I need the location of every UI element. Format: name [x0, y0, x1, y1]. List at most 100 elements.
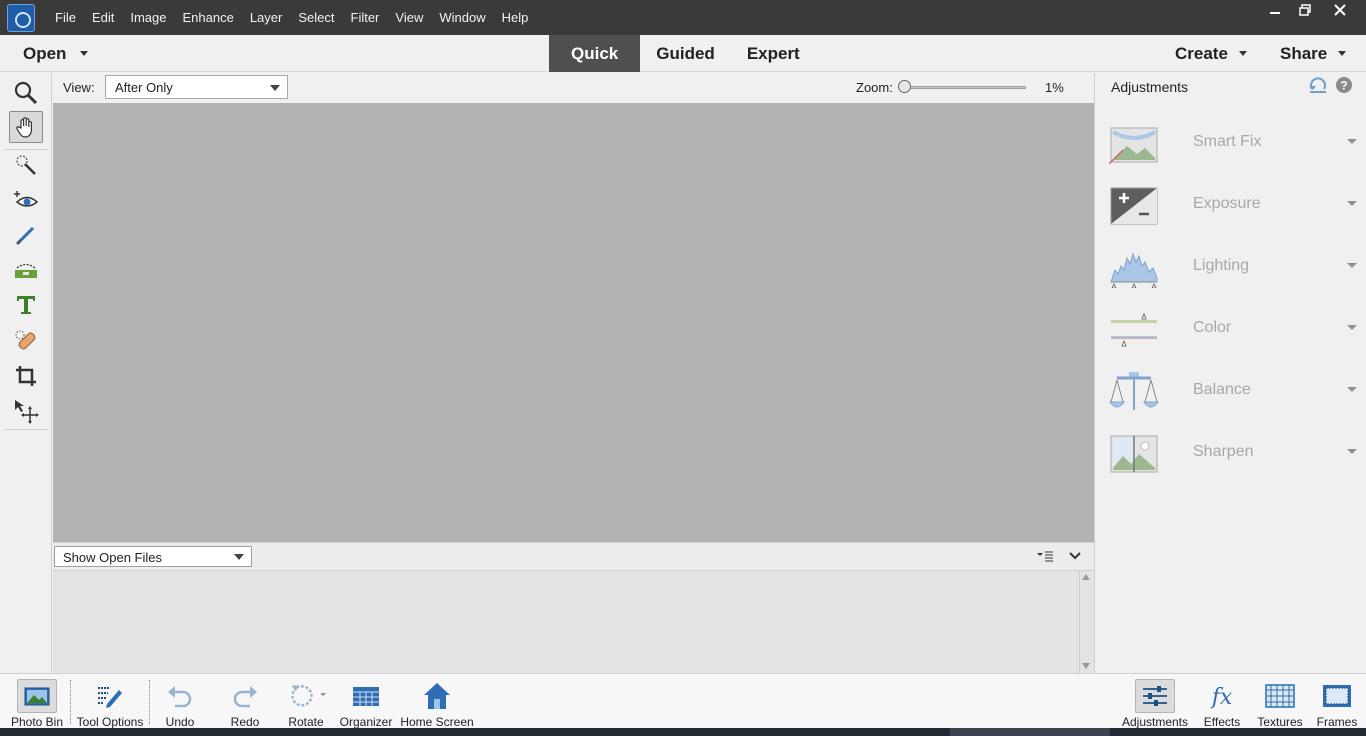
- minimize-button[interactable]: [1260, 0, 1290, 20]
- photo-bin-area[interactable]: [53, 570, 1094, 674]
- tab-guided[interactable]: Guided: [640, 35, 731, 72]
- frame-icon: [1317, 679, 1357, 713]
- adjustment-balance[interactable]: Balance: [1109, 368, 1357, 414]
- organizer-icon: [346, 679, 386, 713]
- chevron-down-icon: [1347, 449, 1357, 454]
- create-button[interactable]: Create: [1175, 35, 1247, 72]
- home-screen-label: Home Screen: [400, 715, 474, 729]
- brush-icon: [15, 226, 35, 246]
- collapse-chevron-icon[interactable]: [1068, 550, 1082, 562]
- sharpen-icon: [1110, 435, 1158, 473]
- home-screen-button[interactable]: Home Screen: [400, 674, 474, 729]
- type-tool[interactable]: [9, 289, 43, 321]
- adjustment-sharpen[interactable]: Sharpen: [1109, 430, 1357, 476]
- home-icon: [417, 679, 457, 713]
- restore-button[interactable]: [1290, 0, 1320, 20]
- close-icon: [1334, 4, 1346, 16]
- crop-tool[interactable]: [9, 360, 43, 392]
- effects-label: Effects: [1203, 715, 1241, 729]
- adjustments-button[interactable]: Adjustments: [1120, 674, 1190, 729]
- photo-bin-select[interactable]: Show Open Files: [54, 546, 252, 567]
- menu-window[interactable]: Window: [431, 0, 493, 35]
- adjustment-lighting[interactable]: Lighting: [1109, 244, 1357, 290]
- crop-icon: [16, 366, 36, 386]
- scroll-up-icon[interactable]: [1082, 574, 1090, 580]
- reset-icon[interactable]: [1308, 77, 1328, 95]
- photo-bin-select-value: Show Open Files: [63, 550, 162, 565]
- tool-options-label: Tool Options: [76, 715, 144, 729]
- chevron-down-icon: [1338, 51, 1347, 56]
- menu-select[interactable]: Select: [290, 0, 342, 35]
- menu-view[interactable]: View: [387, 0, 431, 35]
- smart-fix-icon: [1109, 127, 1158, 164]
- adjustment-exposure[interactable]: Exposure: [1109, 182, 1357, 228]
- color-sliders-icon: [1111, 312, 1157, 347]
- adjustment-smart-fix[interactable]: Smart Fix: [1109, 120, 1357, 166]
- quick-selection-tool[interactable]: [9, 149, 43, 181]
- textures-button[interactable]: Textures: [1255, 674, 1305, 729]
- options-bar: View: After Only Zoom: 1%: [53, 73, 1094, 103]
- menu-file[interactable]: File: [47, 0, 84, 35]
- effects-button[interactable]: fx Effects: [1202, 674, 1242, 729]
- app-logo-icon[interactable]: [7, 3, 35, 32]
- adjustment-label: Color: [1193, 319, 1232, 336]
- chevron-down-icon: [234, 554, 244, 560]
- fx-icon: fx: [1202, 679, 1242, 713]
- chevron-down-icon: [1347, 325, 1357, 330]
- red-eye-tool[interactable]: [9, 185, 43, 217]
- view-select[interactable]: After Only: [105, 75, 288, 99]
- organizer-label: Organizer: [339, 715, 393, 729]
- chevron-down-icon: [1238, 51, 1247, 56]
- photo-bin-scrollbar[interactable]: [1079, 571, 1091, 674]
- open-label: Open: [23, 43, 67, 63]
- whiten-teeth-tool[interactable]: [9, 219, 43, 251]
- zoom-slider[interactable]: [902, 86, 1026, 89]
- tool-options-button[interactable]: Tool Options: [74, 674, 146, 729]
- tab-expert[interactable]: Expert: [731, 35, 816, 72]
- menu-edit[interactable]: Edit: [84, 0, 122, 35]
- svg-text:?: ?: [1340, 79, 1347, 93]
- frames-button[interactable]: Frames: [1315, 674, 1359, 729]
- straighten-tool[interactable]: [9, 254, 43, 286]
- exposure-icon: [1110, 187, 1158, 225]
- organizer-button[interactable]: Organizer: [340, 674, 392, 729]
- help-icon[interactable]: ?: [1335, 76, 1353, 94]
- scroll-down-icon[interactable]: [1082, 663, 1090, 669]
- move-tool[interactable]: [9, 395, 43, 427]
- share-button[interactable]: Share: [1280, 35, 1347, 72]
- menu-enhance[interactable]: Enhance: [175, 0, 242, 35]
- create-label: Create: [1175, 43, 1228, 63]
- zoom-tool[interactable]: [9, 77, 43, 109]
- spot-healing-tool[interactable]: [9, 325, 43, 357]
- mode-tabs: Quick Guided Expert: [549, 35, 816, 72]
- toolbox-divider: [4, 429, 48, 430]
- redo-button[interactable]: Redo: [225, 674, 265, 729]
- menu-filter[interactable]: Filter: [343, 0, 388, 35]
- histogram-icon: [1110, 252, 1158, 288]
- undo-button[interactable]: Undo: [160, 674, 200, 729]
- tab-quick[interactable]: Quick: [549, 35, 641, 72]
- hand-tool[interactable]: [9, 111, 43, 143]
- restore-icon: [1299, 4, 1311, 16]
- image-canvas[interactable]: [53, 103, 1094, 542]
- menu-image[interactable]: Image: [122, 0, 174, 35]
- window-controls: [1260, 0, 1360, 20]
- photo-bin-button[interactable]: Photo Bin: [10, 674, 64, 729]
- view-label: View:: [63, 80, 95, 95]
- chevron-down-icon: [1347, 201, 1357, 206]
- menu-layer[interactable]: Layer: [242, 0, 291, 35]
- texture-icon: [1260, 679, 1300, 713]
- zoom-slider-thumb[interactable]: [898, 80, 911, 93]
- chevron-down-icon: [270, 85, 280, 91]
- adjustment-label: Lighting: [1193, 257, 1250, 274]
- close-button[interactable]: [1320, 0, 1360, 20]
- view-select-value: After Only: [115, 80, 173, 95]
- rotate-button[interactable]: Rotate: [285, 674, 327, 729]
- adjustment-color[interactable]: Color: [1109, 306, 1357, 352]
- tool-options-icon: [90, 679, 130, 713]
- taskbar-divider: [70, 680, 71, 724]
- bin-menu-icon[interactable]: [1036, 550, 1054, 564]
- eye-icon: [14, 191, 39, 207]
- open-button[interactable]: Open: [23, 35, 89, 72]
- menu-help[interactable]: Help: [494, 0, 537, 35]
